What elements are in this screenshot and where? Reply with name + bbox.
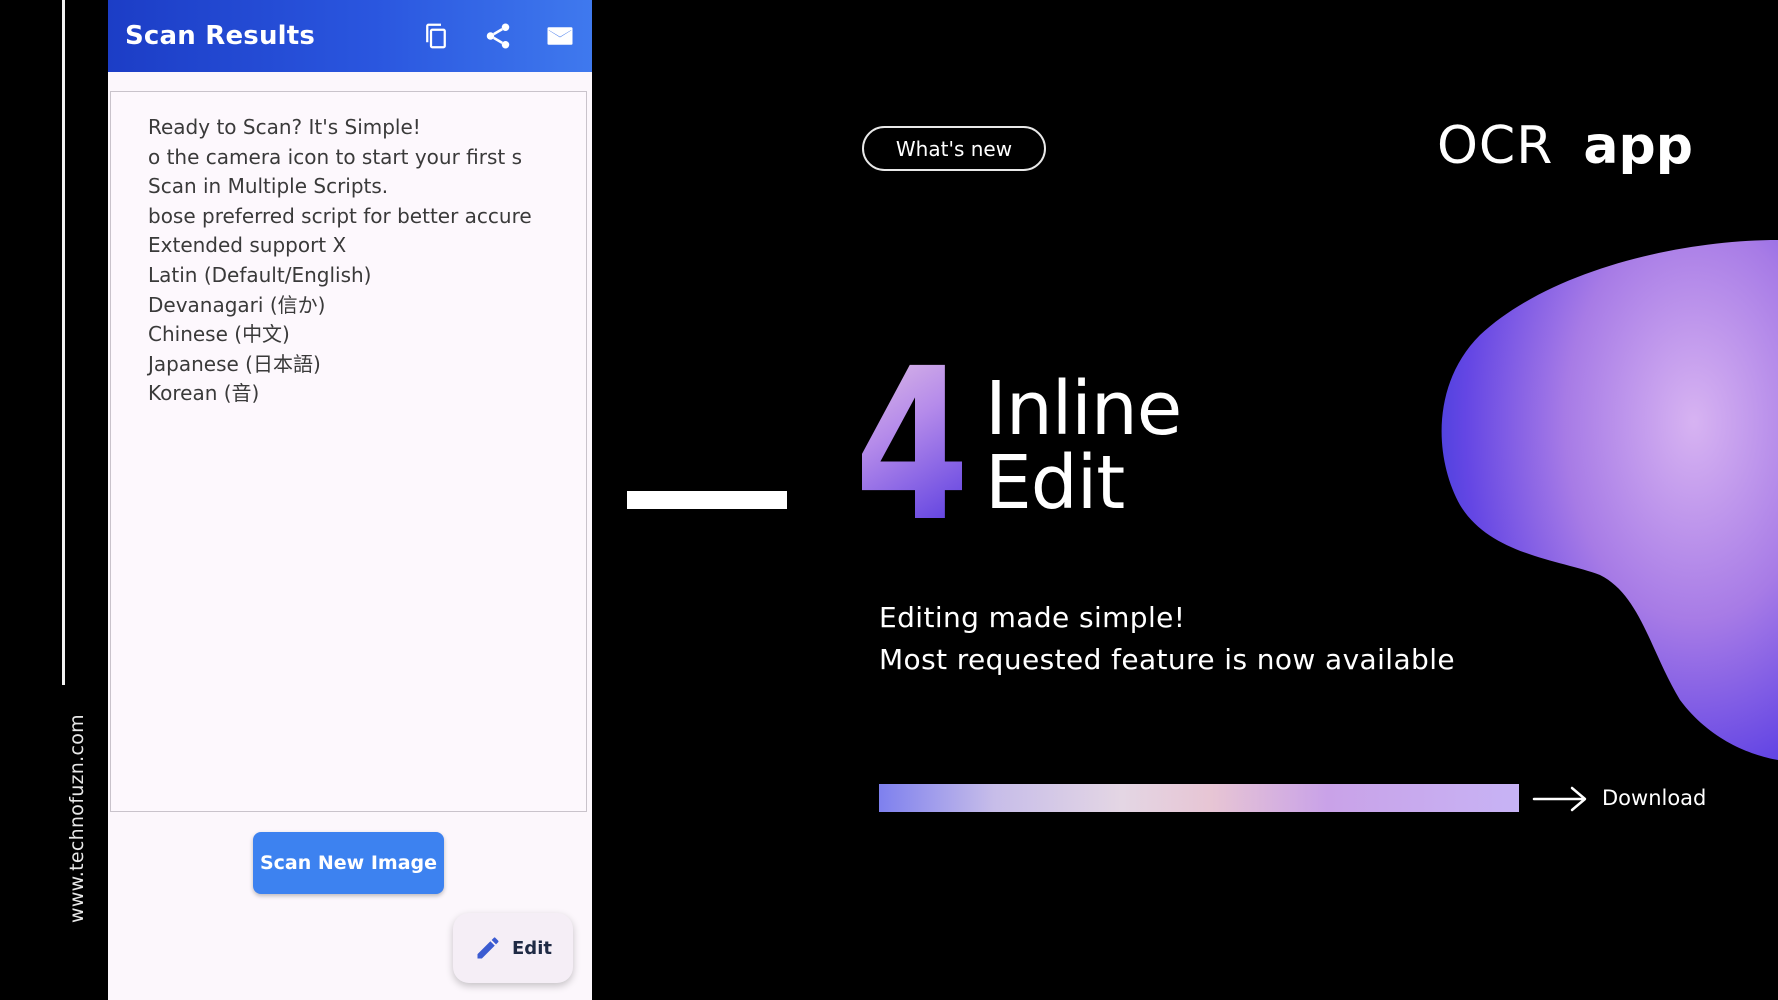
download-link[interactable]: Download	[1602, 786, 1706, 810]
text-line: Latin (Default/English)	[148, 262, 372, 287]
brand-logo: OCR app	[1437, 116, 1693, 176]
brand-app: app	[1583, 116, 1693, 176]
description-line2: Most requested feature is now available	[879, 643, 1456, 676]
edit-button-label: Edit	[512, 937, 552, 959]
scan-result-text-area[interactable]: Ready to Scan? It's Simple! o the camera…	[110, 91, 587, 812]
edit-button[interactable]: Edit	[453, 913, 573, 983]
phone-screen: Scan Results Ready to Scan? It's Simple!…	[108, 0, 592, 1000]
text-line: Extended support X	[148, 233, 347, 258]
left-vertical-line	[62, 0, 65, 685]
whats-new-badge: What's new	[862, 126, 1046, 171]
arrow-right-icon	[1532, 786, 1587, 812]
text-line: Ready to Scan? It's Simple!	[148, 115, 421, 139]
text-line: Japanese (日本語)	[148, 351, 321, 376]
scan-new-image-button[interactable]: Scan New Image	[253, 832, 444, 894]
feature-number-text: 4	[862, 362, 962, 530]
text-line: bose preferred script for better accure	[148, 203, 532, 228]
feature-number: 4	[862, 362, 962, 530]
copy-icon[interactable]	[418, 18, 454, 54]
mail-icon[interactable]	[542, 18, 578, 54]
app-bar: Scan Results	[108, 0, 592, 72]
text-line: Korean (音)	[148, 381, 260, 406]
brand-ocr: OCR	[1437, 116, 1554, 176]
description-line1: Editing made simple!	[879, 601, 1186, 634]
text-line: Chinese (中文)	[148, 322, 290, 347]
feature-heading: Inline Edit	[985, 366, 1182, 526]
gradient-blob	[1441, 240, 1778, 760]
app-bar-actions	[418, 18, 578, 54]
site-url: www.technofuzn.com	[66, 714, 88, 923]
feature-description: Editing made simple! Most requested feat…	[879, 597, 1455, 681]
pencil-icon	[477, 937, 499, 959]
text-line: Scan in Multiple Scripts.	[148, 174, 389, 199]
feature-heading-line1: Inline	[985, 366, 1182, 452]
text-line: Devanagari (信か)	[148, 292, 326, 317]
text-line: o the camera icon to start your first s	[148, 144, 523, 169]
app-bar-title: Scan Results	[125, 21, 316, 51]
share-icon[interactable]	[480, 18, 516, 54]
decorative-dash	[627, 491, 787, 509]
gradient-bar	[879, 784, 1519, 812]
feature-heading-line2: Edit	[985, 440, 1125, 526]
